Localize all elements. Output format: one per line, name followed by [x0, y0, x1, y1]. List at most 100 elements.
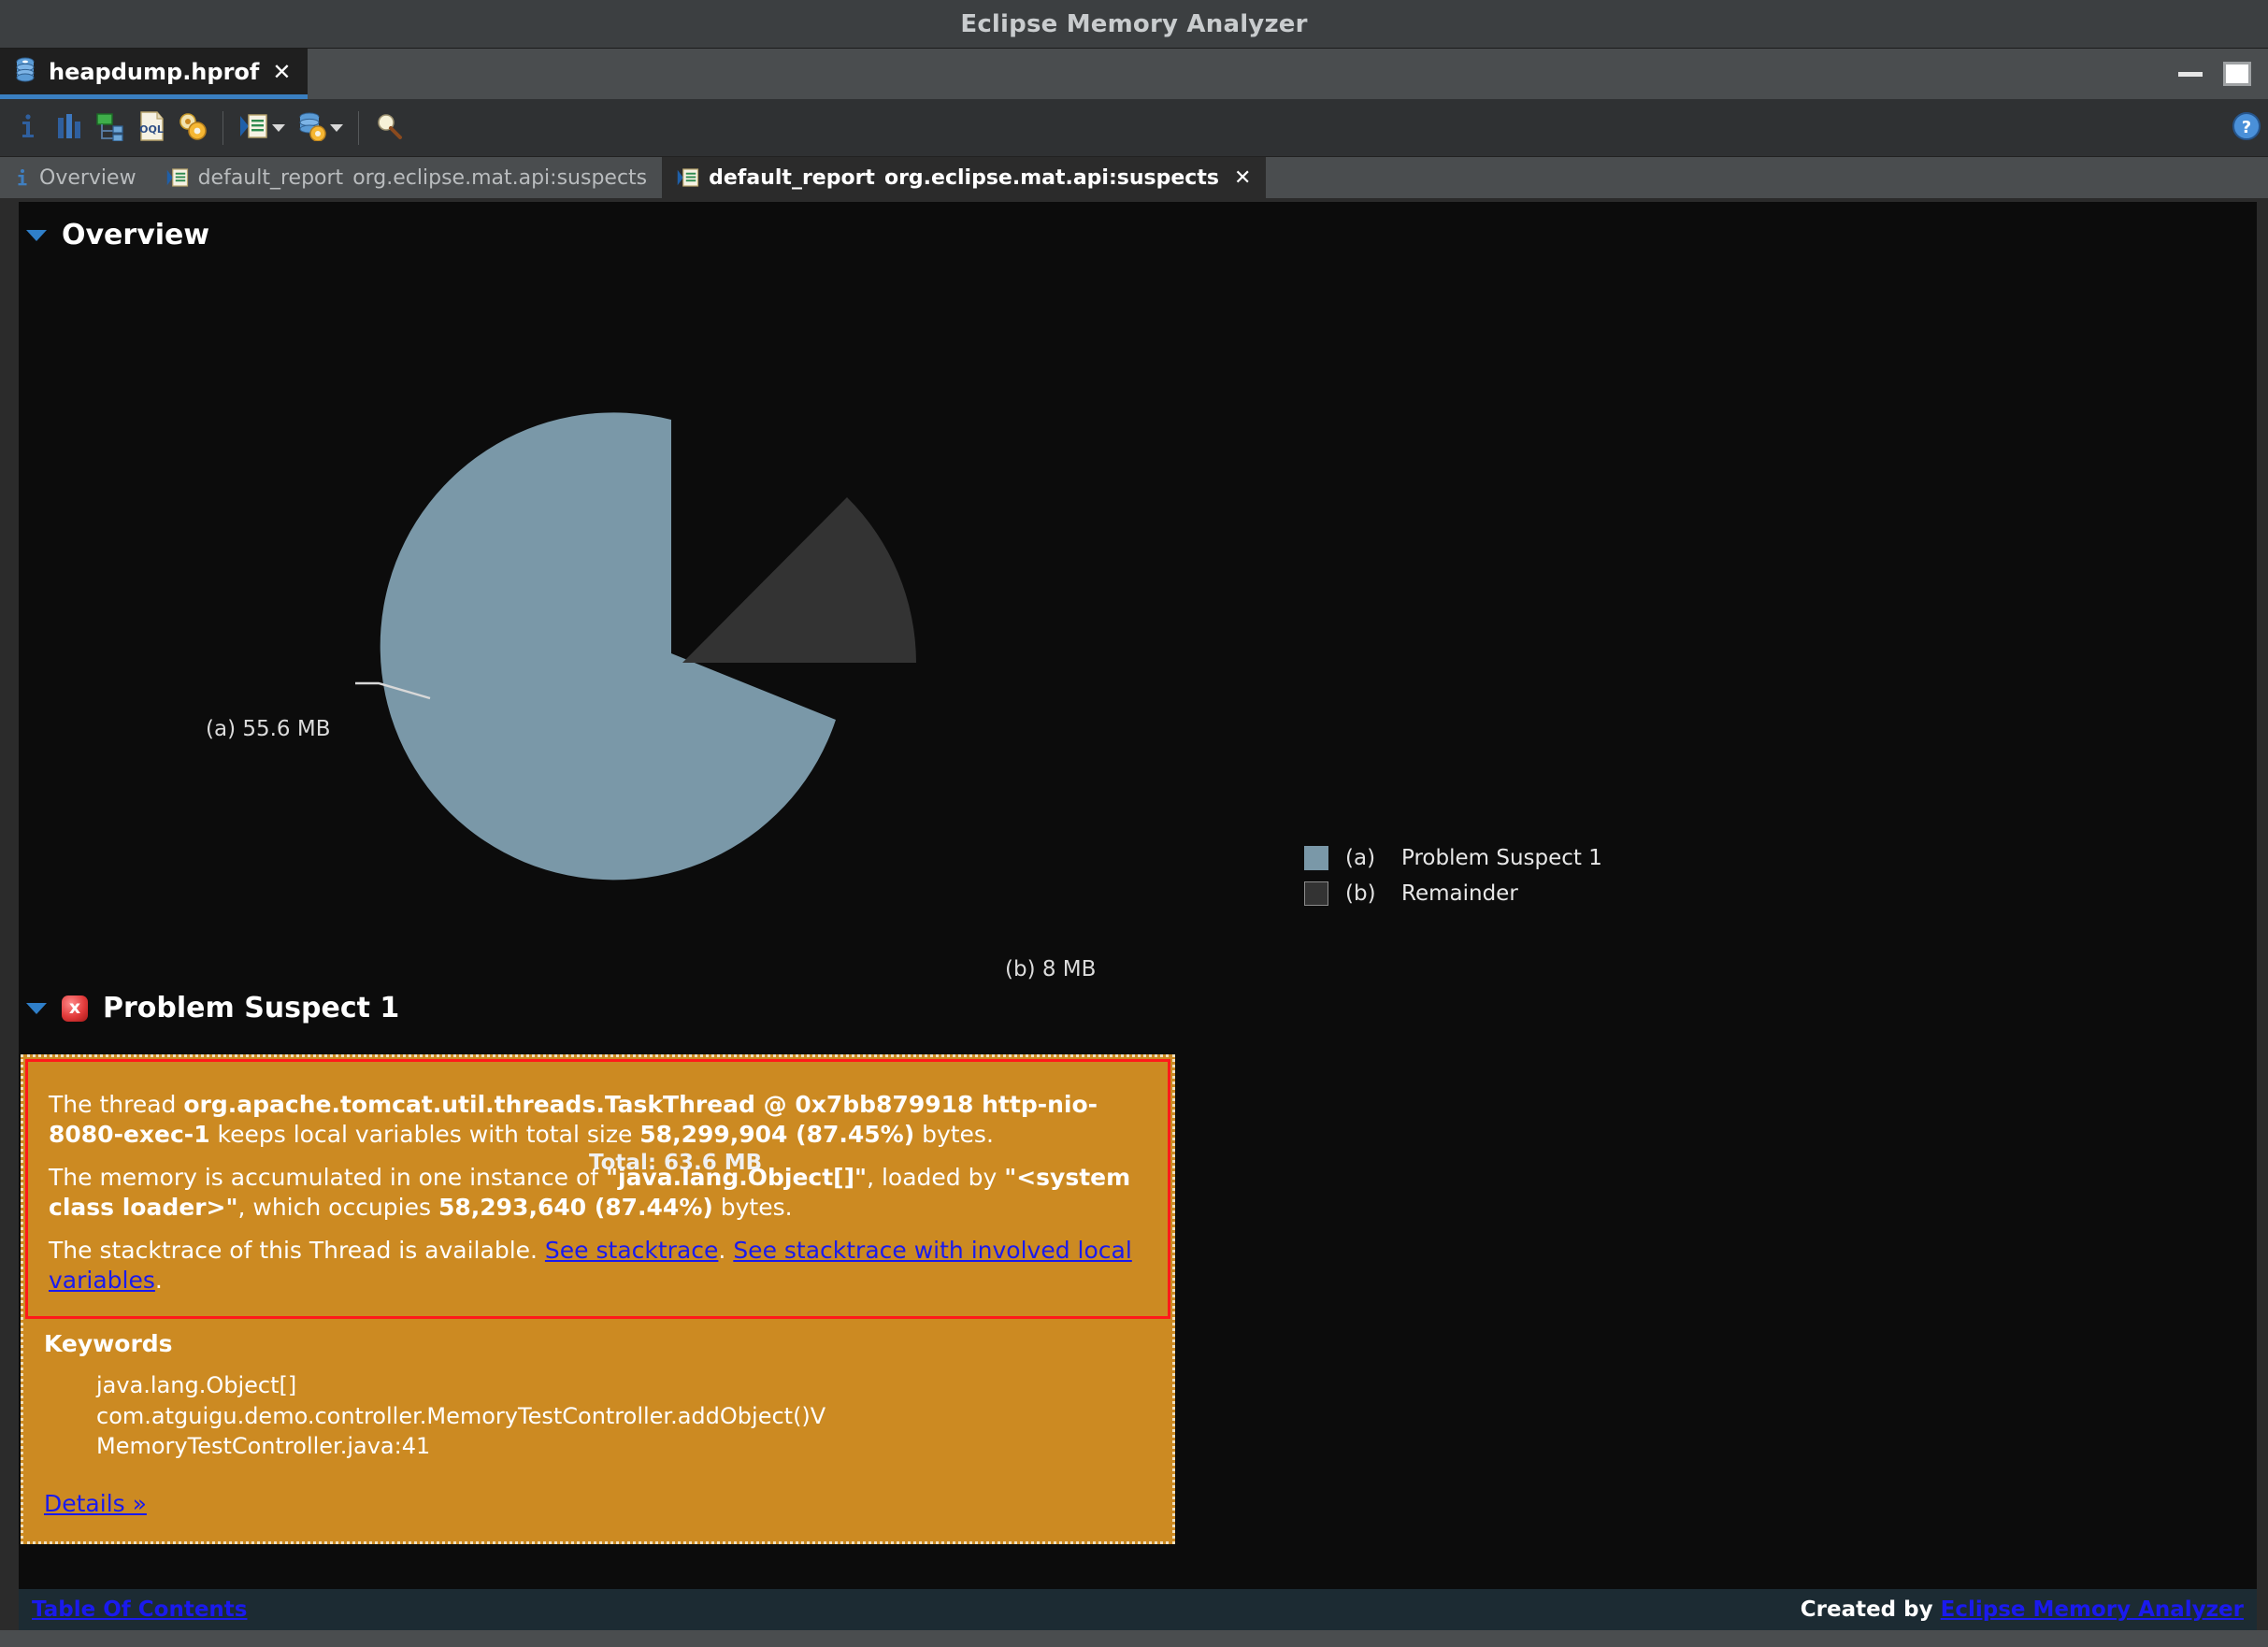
tab-default-report-1-subtitle: org.eclipse.mat.api:suspects — [352, 165, 648, 190]
p2-text-2: , loaded by — [867, 1164, 1005, 1191]
legend-key-a: (a) — [1345, 846, 1376, 870]
problem-suspect-section-header: x Problem Suspect 1 — [0, 981, 2268, 1024]
p2-text-4: bytes. — [712, 1194, 793, 1221]
created-by-prefix: Created by — [1800, 1597, 1941, 1622]
tab-default-report-2-close-icon[interactable]: ✕ — [1234, 166, 1251, 190]
toolbar-separator — [222, 110, 223, 145]
window-controls — [2178, 49, 2261, 99]
pie-callout-b: (b) 8 MB — [1005, 957, 1097, 981]
problem-suspect-heading: Problem Suspect 1 — [103, 992, 400, 1024]
p2-size: 58,293,640 (87.44%) — [438, 1194, 713, 1221]
created-by: Created by Eclipse Memory Analyzer — [1801, 1597, 2244, 1622]
histogram-button[interactable] — [49, 106, 90, 150]
help-icon[interactable]: ? — [2231, 110, 2262, 146]
legend-key-b: (b) — [1345, 881, 1376, 906]
toolbar-separator-2 — [358, 110, 359, 145]
p3-text-2: . — [718, 1237, 734, 1264]
tab-default-report-2-subtitle: org.eclipse.mat.api:suspects — [883, 165, 1219, 190]
main-toolbar: OQL ? — [0, 99, 2268, 157]
p1-size: 58,299,904 (87.45%) — [639, 1121, 915, 1148]
p2-text-1: The memory is accumulated in one instanc… — [49, 1164, 606, 1191]
table-of-contents-link[interactable]: Table Of Contents — [32, 1597, 247, 1622]
keyword-item: MemoryTestController.java:41 — [96, 1433, 431, 1460]
svg-text:OQL: OQL — [139, 123, 164, 136]
info-icon — [16, 111, 40, 145]
keywords-list: java.lang.Object[] com.atguigu.demo.cont… — [96, 1370, 1172, 1462]
p1-text-2: keeps local variables with total size — [209, 1121, 640, 1148]
keyword-item: java.lang.Object[] — [96, 1372, 297, 1398]
suspect-paragraph-3: The stacktrace of this Thread is availab… — [49, 1236, 1147, 1296]
tab-default-report-2[interactable]: default_report org.eclipse.mat.api:suspe… — [662, 157, 1267, 198]
overview-heading: Overview — [62, 219, 210, 251]
info-icon — [15, 167, 30, 188]
legend-item-a: (a) Problem Suspect 1 — [1304, 840, 1602, 876]
pie-total-label: Total: 63.6 MB — [589, 1151, 763, 1175]
keyword-item: com.atguigu.demo.controller.MemoryTestCo… — [96, 1402, 826, 1429]
report-icon — [166, 166, 189, 189]
overview-collapse-twisty-icon[interactable] — [26, 229, 47, 241]
p2-text-3: , which occupies — [237, 1194, 438, 1221]
legend-swatch-a — [1304, 846, 1328, 870]
minimize-icon[interactable] — [2178, 71, 2203, 77]
svg-text:?: ? — [2242, 118, 2251, 137]
p1-text-1: The thread — [49, 1091, 184, 1118]
run-expert-system-test-button[interactable] — [172, 106, 213, 150]
details-link[interactable]: Details » — [44, 1490, 147, 1517]
file-tab-close-icon[interactable]: ✕ — [270, 61, 293, 83]
heapdump-icon — [13, 57, 37, 87]
report-tab-strip: Overview default_report org.eclipse.mat.… — [0, 157, 2268, 198]
window-bottom-strip — [0, 1630, 2268, 1647]
pie-slice-remainder-visible — [682, 497, 916, 663]
error-icon: x — [62, 995, 88, 1022]
keywords-heading: Keywords — [44, 1330, 173, 1357]
report-footer: Table Of Contents Created by Eclipse Mem… — [19, 1589, 2257, 1630]
histogram-icon — [55, 112, 83, 144]
heap-dump-overview-button[interactable] — [7, 106, 49, 150]
tab-overview[interactable]: Overview — [0, 157, 151, 198]
magnifier-icon — [375, 112, 403, 144]
file-tab-label: heapdump.hprof — [49, 58, 260, 85]
overview-section-header: Overview — [0, 202, 2268, 251]
suspect-paragraph-1: The thread org.apache.tomcat.util.thread… — [49, 1090, 1147, 1150]
open-query-browser-button[interactable] — [233, 106, 274, 150]
pie-legend: (a) Problem Suspect 1 (b) Remainder — [1304, 840, 1602, 911]
suspects-pie-chart: (a) 55.6 MB (b) 8 MB Total: 63.6 MB (a) … — [0, 251, 2268, 1175]
window-title: Eclipse Memory Analyzer — [960, 9, 1308, 38]
created-by-link[interactable]: Eclipse Memory Analyzer — [1941, 1597, 2244, 1622]
maximize-icon[interactable] — [2223, 62, 2251, 86]
legend-label-b: Remainder — [1401, 881, 1518, 906]
report-body: Overview (a) 55.6 MB (b) 8 MB Total: 63.… — [0, 202, 2268, 1647]
oql-button[interactable]: OQL — [131, 106, 172, 150]
oql-icon: OQL — [137, 110, 165, 146]
find-button[interactable] — [368, 106, 409, 150]
see-stacktrace-link[interactable]: See stacktrace — [545, 1237, 718, 1264]
tab-default-report-2-title: default_report — [709, 165, 875, 190]
legend-item-b: (b) Remainder — [1304, 876, 1602, 911]
gears-icon — [178, 111, 208, 145]
file-tab-heapdump[interactable]: heapdump.hprof ✕ — [0, 49, 309, 99]
dominator-tree-icon — [95, 111, 125, 145]
window-titlebar: Eclipse Memory Analyzer — [0, 0, 2268, 49]
report-left-margin — [0, 202, 19, 1630]
query-browser-icon — [238, 111, 268, 145]
pie-callout-a: (a) 55.6 MB — [206, 717, 331, 741]
query-browser-dropdown-icon[interactable] — [272, 123, 285, 132]
problem-suspect-highlight: The thread org.apache.tomcat.util.thread… — [25, 1059, 1170, 1319]
problem-suspect-detail-box: The thread org.apache.tomcat.util.thread… — [21, 1054, 1175, 1544]
dominator-tree-button[interactable] — [90, 106, 131, 150]
legend-label-a: Problem Suspect 1 — [1401, 846, 1602, 870]
report-icon — [677, 166, 699, 189]
run-report-dropdown-icon[interactable] — [330, 123, 343, 132]
tab-default-report-1-title: default_report — [197, 165, 344, 190]
run-report-button[interactable] — [291, 106, 332, 150]
p3-text-1: The stacktrace of this Thread is availab… — [49, 1237, 545, 1264]
report-right-margin — [2257, 202, 2268, 1630]
p3-text-3: . — [154, 1267, 163, 1294]
heapdump-gear-icon — [296, 111, 326, 145]
tab-overview-label: Overview — [39, 165, 136, 190]
problem-suspect-collapse-twisty-icon[interactable] — [26, 1002, 47, 1014]
legend-swatch-b — [1304, 881, 1328, 906]
p1-text-3: bytes. — [914, 1121, 994, 1148]
tab-default-report-1[interactable]: default_report org.eclipse.mat.api:suspe… — [151, 157, 663, 198]
file-tab-strip: heapdump.hprof ✕ — [0, 49, 2268, 99]
